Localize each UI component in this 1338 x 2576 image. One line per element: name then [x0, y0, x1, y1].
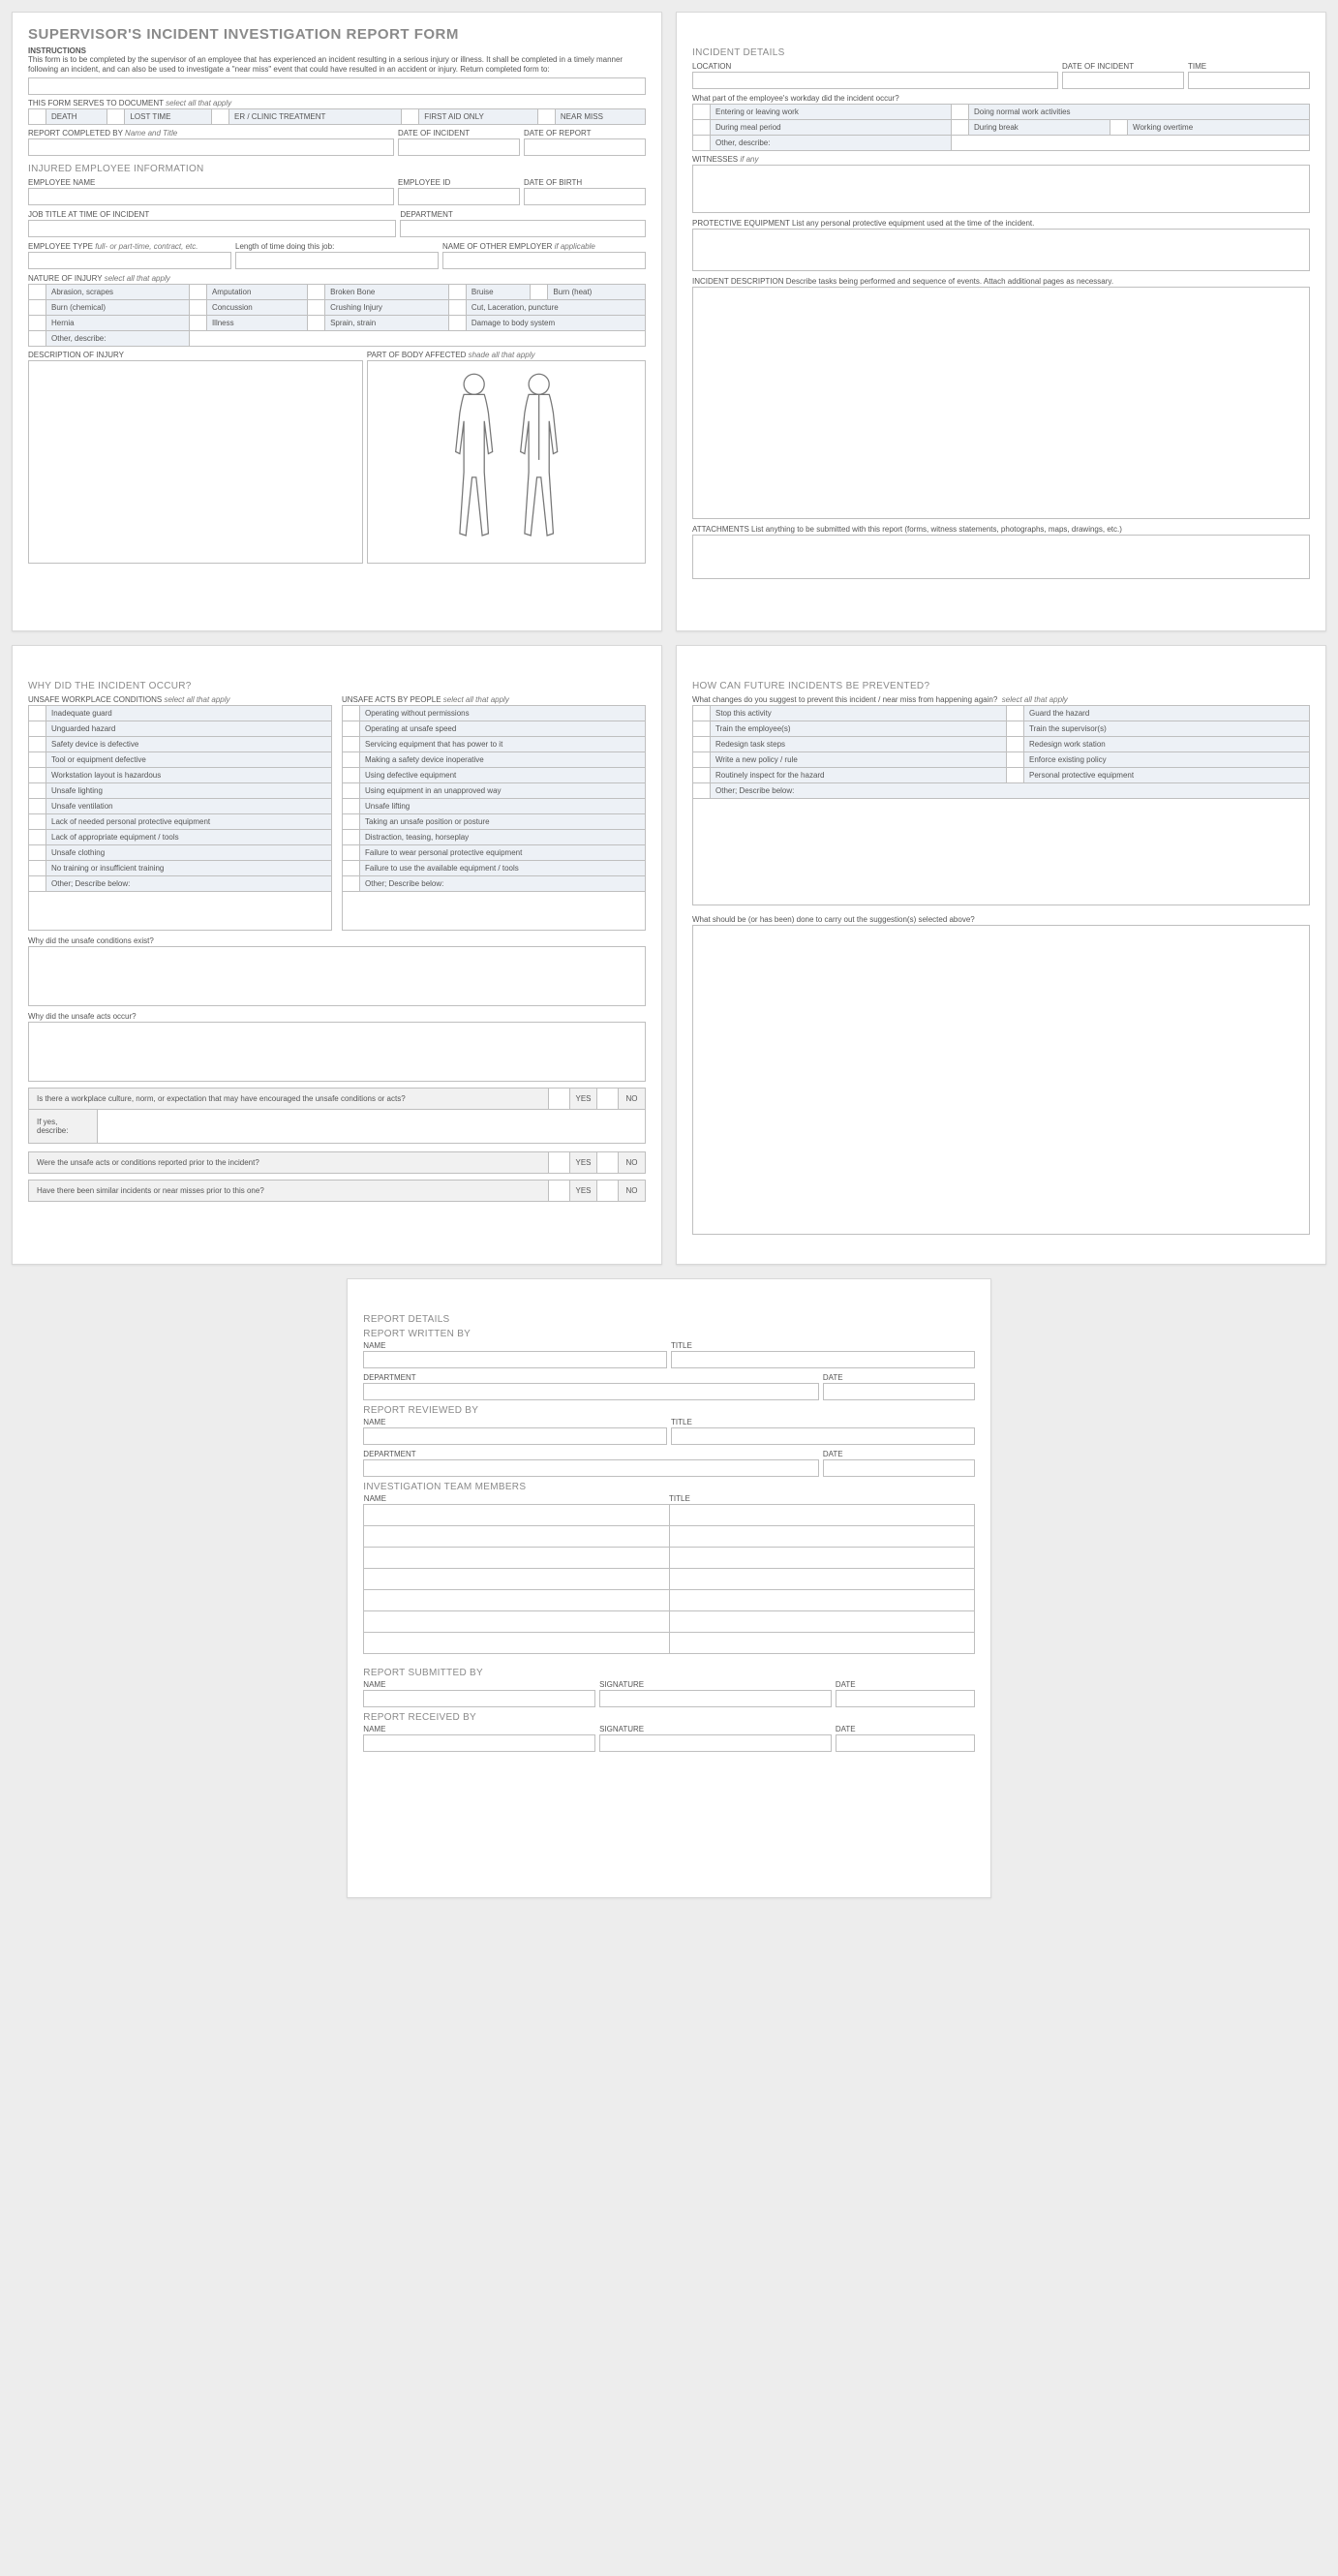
carry-out[interactable]: [692, 925, 1310, 1235]
instructions-heading: INSTRUCTIONS: [28, 46, 646, 55]
instructions-body: This form is to be completed by the supe…: [28, 55, 646, 75]
reviewed-dept[interactable]: [363, 1459, 819, 1477]
written-title[interactable]: [671, 1351, 975, 1368]
culture-q-block: Is there a workplace culture, norm, or e…: [28, 1088, 646, 1144]
return-to-input[interactable]: [28, 77, 646, 95]
page-5: REPORT DETAILS REPORT WRITTEN BY NAME TI…: [347, 1278, 990, 1898]
dob[interactable]: [524, 188, 646, 205]
page-1: SUPERVISOR'S INCIDENT INVESTIGATION REPO…: [12, 12, 662, 631]
acts-other[interactable]: [342, 892, 646, 931]
submitted-sig[interactable]: [599, 1690, 832, 1707]
doi2[interactable]: [1062, 72, 1184, 89]
form-title: SUPERVISOR'S INCIDENT INVESTIGATION REPO…: [28, 26, 646, 43]
written-dept[interactable]: [363, 1383, 819, 1400]
employee-name[interactable]: [28, 188, 394, 205]
received-name[interactable]: [363, 1734, 595, 1752]
employee-id[interactable]: [398, 188, 520, 205]
incident-details-heading: INCIDENT DETAILS: [692, 47, 1310, 58]
date-of-incident[interactable]: [398, 138, 520, 156]
nature-injury-table: Abrasion, scrapesAmputationBroken BoneBr…: [28, 284, 646, 347]
prevent-options: Stop this activityGuard the hazard Train…: [692, 705, 1310, 799]
body-back-icon: [508, 370, 569, 554]
why-heading: WHY DID THE INCIDENT OCCUR?: [28, 681, 646, 691]
similar-q: Have there been similar incidents or nea…: [28, 1180, 646, 1202]
length-of-time[interactable]: [235, 252, 439, 269]
submitted-date[interactable]: [836, 1690, 975, 1707]
ppe[interactable]: [692, 229, 1310, 271]
reviewed-date[interactable]: [823, 1459, 975, 1477]
workday-options: Entering or leaving workDoing normal wor…: [692, 104, 1310, 151]
written-date[interactable]: [823, 1383, 975, 1400]
report-completed-by[interactable]: [28, 138, 394, 156]
cond-exist[interactable]: [28, 946, 646, 1006]
time[interactable]: [1188, 72, 1310, 89]
job-title[interactable]: [28, 220, 396, 237]
body-front-icon: [443, 370, 504, 554]
written-name[interactable]: [363, 1351, 667, 1368]
date-of-report[interactable]: [524, 138, 646, 156]
department[interactable]: [400, 220, 646, 237]
if-yes-describe[interactable]: [97, 1110, 645, 1143]
page-4: HOW CAN FUTURE INCIDENTS BE PREVENTED? W…: [676, 645, 1326, 1265]
unsafe-conditions: Inadequate guard Unguarded hazard Safety…: [28, 705, 332, 892]
unsafe-acts: Operating without permissions Operating …: [342, 705, 646, 892]
employee-type[interactable]: [28, 252, 231, 269]
reviewed-name[interactable]: [363, 1427, 667, 1445]
received-sig[interactable]: [599, 1734, 832, 1752]
injury-description[interactable]: [28, 360, 363, 564]
received-date[interactable]: [836, 1734, 975, 1752]
body-diagram[interactable]: [367, 360, 646, 564]
location[interactable]: [692, 72, 1058, 89]
other-employer[interactable]: [442, 252, 646, 269]
team-table: NAMETITLE: [363, 1494, 974, 1654]
prevent-other-desc[interactable]: [692, 799, 1310, 905]
reported-q: Were the unsafe acts or conditions repor…: [28, 1151, 646, 1174]
witnesses[interactable]: [692, 165, 1310, 213]
page-3: WHY DID THE INCIDENT OCCUR? UNSAFE WORKP…: [12, 645, 662, 1265]
doc-serves-options: DEATH LOST TIME ER / CLINIC TREATMENT FI…: [28, 108, 646, 125]
prevent-heading: HOW CAN FUTURE INCIDENTS BE PREVENTED?: [692, 681, 1310, 691]
cond-other[interactable]: [28, 892, 332, 931]
reviewed-title[interactable]: [671, 1427, 975, 1445]
attachments[interactable]: [692, 535, 1310, 579]
acts-occur[interactable]: [28, 1022, 646, 1082]
page-2: INCIDENT DETAILS LOCATION DATE OF INCIDE…: [676, 12, 1326, 631]
incident-description[interactable]: [692, 287, 1310, 519]
report-details-heading: REPORT DETAILS: [363, 1314, 974, 1325]
injured-emp-heading: INJURED EMPLOYEE INFORMATION: [28, 164, 646, 174]
submitted-name[interactable]: [363, 1690, 595, 1707]
